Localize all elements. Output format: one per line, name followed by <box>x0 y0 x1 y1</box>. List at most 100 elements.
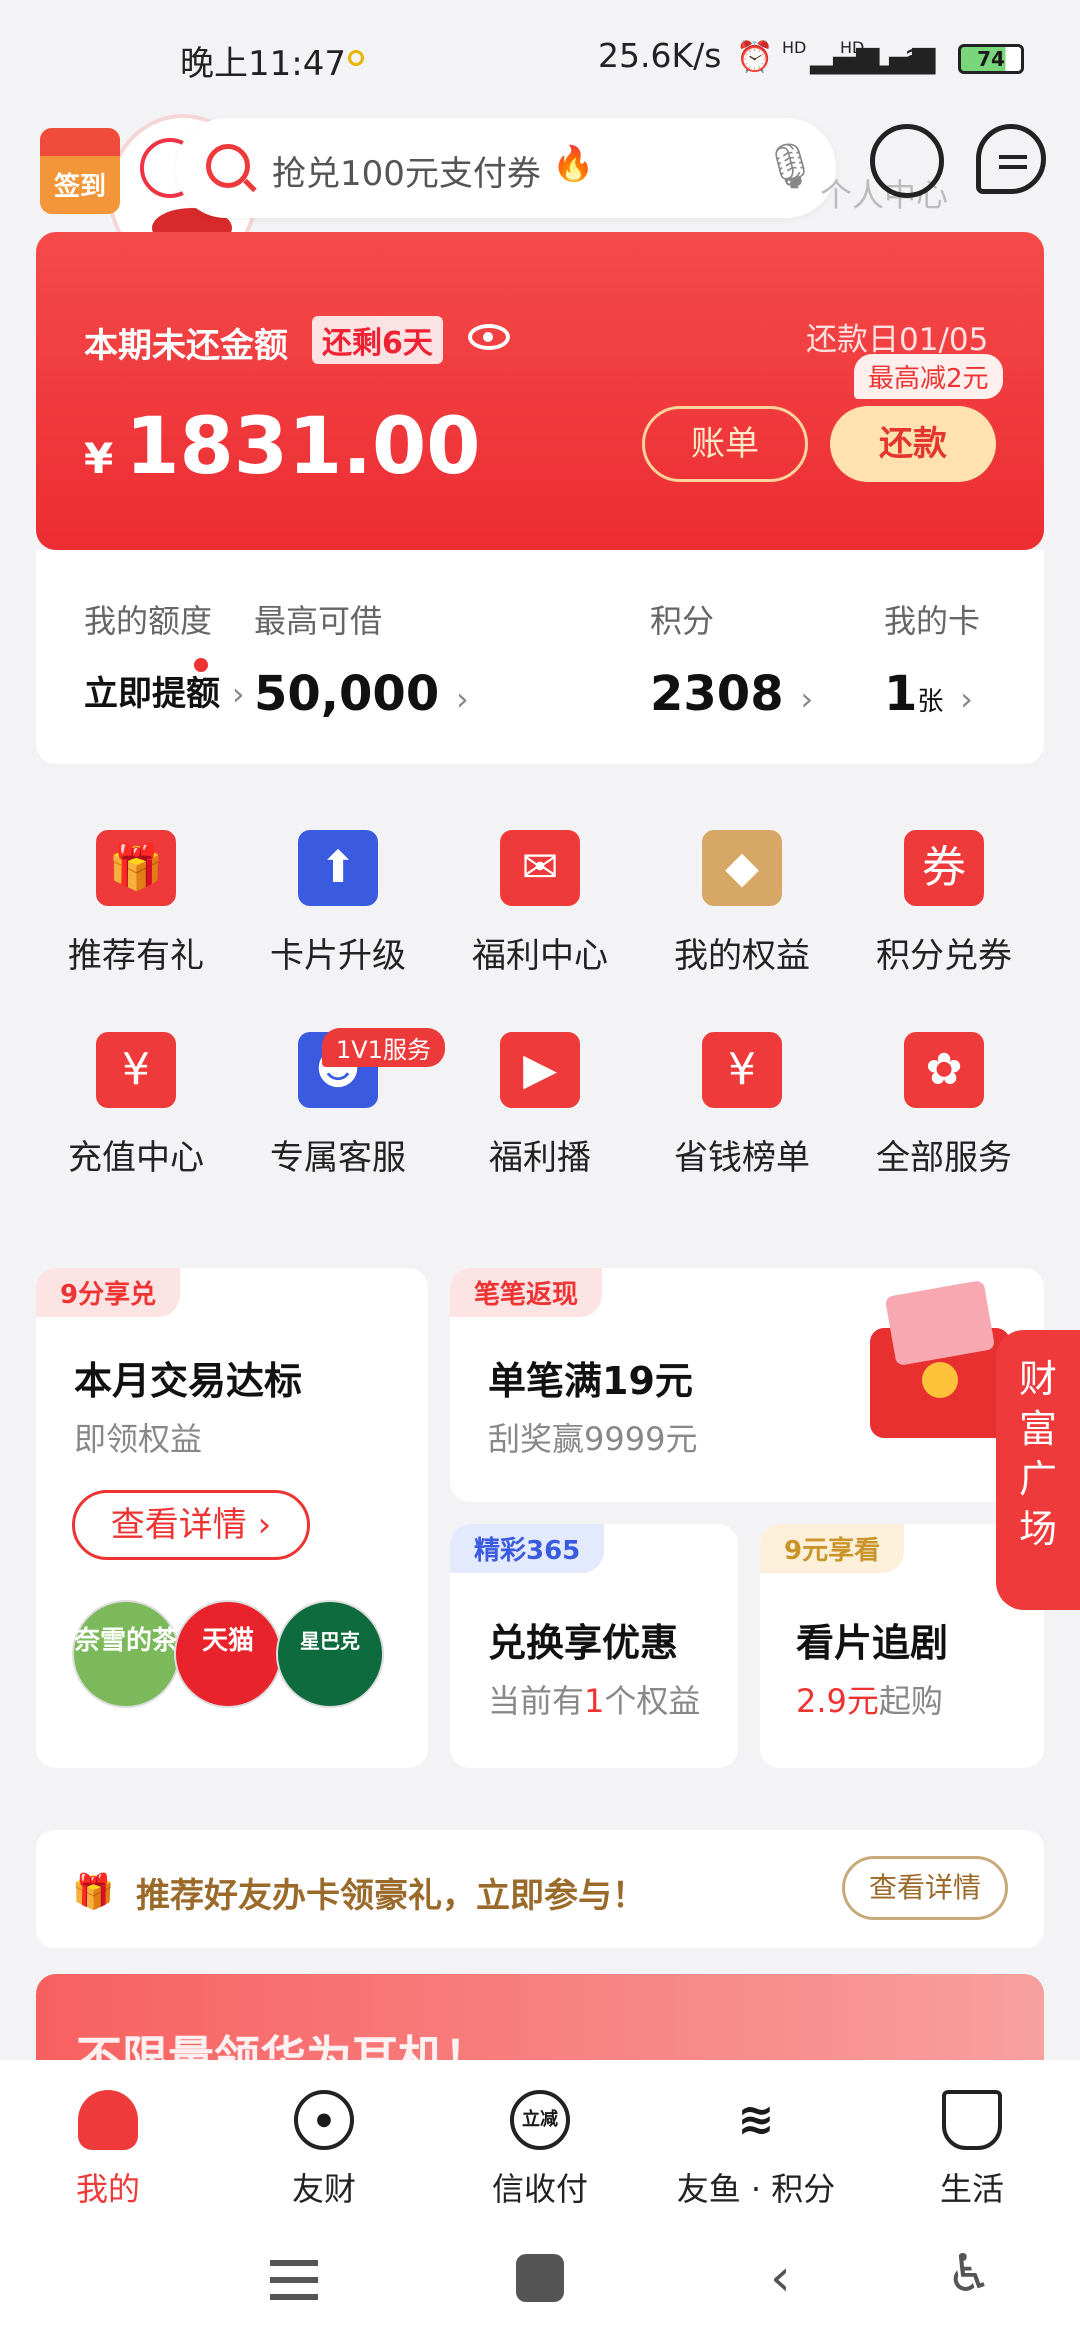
promo-card-transaction[interactable]: 9分享兑 本月交易达标 即领权益 查看详情 › 奈雪的茶 天猫 星巴克 <box>36 1268 428 1768</box>
service-label: 推荐有礼 <box>68 936 204 976</box>
stat-title: 我的卡 <box>884 602 981 640</box>
stat-title: 我的额度 <box>84 602 213 640</box>
promo-card-cashback[interactable]: 笔笔返现 单笔满19元 刮奖赢9999元 <box>450 1268 1044 1502</box>
promo-card-benefits[interactable]: 精彩365 兑换享优惠 当前有1个权益 <box>450 1524 738 1768</box>
nav-me[interactable]: 我的 <box>8 2090 208 2210</box>
bill-card: 本期未还金额 还剩6天 还款日01/05 ¥1831.00 账单 还款 最高减2… <box>36 232 1044 550</box>
search-bar[interactable]: 抢兑100元支付券 🔥 🎙 <box>176 118 836 218</box>
service-label: 福利中心 <box>472 936 608 976</box>
repay-button[interactable]: 还款 <box>830 406 996 482</box>
nav-youcai[interactable]: ● 友财 <box>224 2090 424 2210</box>
stat-points[interactable]: 积分 2308 › <box>650 596 813 722</box>
service-tag-1v1: 1V1服务 <box>322 1028 445 1067</box>
battery-icon: 74 <box>958 44 1024 74</box>
promo-subtitle: 2.9元起购 <box>796 1682 943 1720</box>
video-icon: ▶ <box>500 1032 580 1108</box>
header: 签到 抢兑100元支付券 🔥 🎙 个人中心 <box>0 110 1080 274</box>
gift-icon: 🎁 <box>72 1872 115 1912</box>
nav-label: 我的 <box>75 2170 140 2208</box>
message-icon[interactable] <box>976 124 1046 194</box>
search-input[interactable]: 抢兑100元支付券 <box>272 146 541 195</box>
card-upgrade-icon: ⬆ <box>298 830 378 906</box>
nav-label: 信收付 <box>491 2170 588 2208</box>
notification-dot-icon <box>348 50 364 66</box>
coupon-icon: 券 <box>904 830 984 906</box>
service-recharge[interactable]: ¥ 充值中心 <box>36 1032 236 1179</box>
bill-label: 本期未还金额 <box>84 326 288 366</box>
bill-button[interactable]: 账单 <box>642 406 808 482</box>
view-details-button[interactable]: 查看详情 › <box>72 1490 310 1560</box>
promo-tag: 9元享看 <box>760 1524 905 1573</box>
service-card-upgrade[interactable]: ⬆ 卡片升级 <box>238 830 438 977</box>
service-grid[interactable]: ✿ 全部服务 <box>844 1032 1044 1179</box>
currency-symbol: ¥ <box>84 434 114 483</box>
service-video[interactable]: ▶ 福利播 <box>440 1032 640 1179</box>
target-icon: ● <box>294 2090 354 2150</box>
account-stats: 我的额度 立即提额 › 最高可借 50,000 › 积分 2308 › 我的卡 … <box>36 550 1044 764</box>
service-red-envelope[interactable]: ✉ 福利中心 <box>440 830 640 977</box>
brand-tmall-logo: 天猫 <box>174 1600 282 1708</box>
stat-max-loan[interactable]: 最高可借 50,000 › <box>254 596 469 722</box>
wealth-square-tab[interactable]: 财富广场 <box>996 1330 1080 1610</box>
stat-value: 立即提额 › <box>84 674 245 714</box>
amount-value: 1831.00 <box>125 402 481 492</box>
signal-2-hd: HD <box>840 38 865 57</box>
due-date: 还款日01/05 <box>806 322 989 358</box>
status-time: 晚上11:47 <box>180 44 346 84</box>
promo-title: 单笔满19元 <box>488 1359 693 1403</box>
chevron-right-icon: › <box>231 675 245 713</box>
nav-life[interactable]: 生活 <box>872 2090 1072 2210</box>
nav-label: 友财 <box>291 2170 356 2208</box>
service-label: 积分兑券 <box>876 936 1012 976</box>
microphone-icon[interactable]: 🎙 <box>762 140 818 192</box>
diamond-icon: ◆ <box>702 830 782 906</box>
instant-discount-icon: 立减 <box>510 2090 570 2150</box>
referral-details-button[interactable]: 查看详情 <box>842 1856 1008 1920</box>
checkin-button[interactable]: 签到 <box>40 128 120 214</box>
promo-subtitle: 即领权益 <box>74 1420 203 1458</box>
brand-nayuki-logo: 奈雪的茶 <box>72 1600 180 1708</box>
promo-title: 看片追剧 <box>796 1621 949 1665</box>
gift-icon: 🎁 <box>96 830 176 906</box>
chevron-right-icon: › <box>800 680 814 718</box>
eye-icon[interactable] <box>468 324 510 350</box>
red-dot-badge <box>194 658 208 672</box>
brand-starbucks-logo: 星巴克 <box>276 1600 384 1708</box>
days-left-badge: 还剩6天 <box>312 316 443 364</box>
alarm-icon: ⏰ <box>736 40 774 75</box>
promo-tag: 笔笔返现 <box>450 1268 603 1317</box>
promo-subtitle: 刮奖赢9999元 <box>488 1420 698 1458</box>
chevron-right-icon: › <box>455 680 469 718</box>
promo-title: 兑换享优惠 <box>488 1621 679 1665</box>
referral-banner[interactable]: 🎁 推荐好友办卡领豪礼，立即参与！ 查看详情 <box>36 1830 1044 1948</box>
menu-icon[interactable] <box>270 2260 318 2300</box>
chevron-right-icon: › <box>960 680 973 718</box>
system-nav-bar: ‹ ♿ <box>0 2220 1080 2340</box>
recharge-icon: ¥ <box>96 1032 176 1108</box>
piggy-bank-icon: ¥ <box>702 1032 782 1108</box>
nav-label: 生活 <box>939 2170 1004 2208</box>
stat-value: 1张 › <box>884 666 973 722</box>
stat-title: 最高可借 <box>254 602 383 640</box>
service-coupon[interactable]: 券积分兑券 <box>844 830 1044 977</box>
customer-service-icon[interactable] <box>870 124 944 198</box>
network-speed: 25.6K/s <box>598 36 722 75</box>
promo-title: 本月交易达标 <box>74 1359 303 1403</box>
back-icon[interactable]: ‹ <box>770 2248 791 2308</box>
bottom-nav: 我的 ● 友财 立减 信收付 ≋ 友鱼 · 积分 生活 <box>0 2060 1080 2220</box>
service-gift[interactable]: 🎁 推荐有礼 <box>36 830 236 977</box>
promo-tag: 精彩365 <box>450 1524 605 1573</box>
stat-credit-limit[interactable]: 我的额度 立即提额 › <box>84 596 245 715</box>
nav-xinshoufu[interactable]: 立减 信收付 <box>440 2090 640 2210</box>
stat-my-cards[interactable]: 我的卡 1张 › <box>884 596 980 722</box>
service-piggy-bank[interactable]: ¥ 省钱榜单 <box>642 1032 842 1179</box>
fire-icon: 🔥 <box>552 144 595 184</box>
grid-icon: ✿ <box>904 1032 984 1108</box>
service-diamond[interactable]: ◆ 我的权益 <box>642 830 842 977</box>
red-envelope-icon: ✉ <box>500 830 580 906</box>
nav-youyu-points[interactable]: ≋ 友鱼 · 积分 <box>656 2090 856 2210</box>
bill-amount: ¥1831.00 <box>84 402 481 492</box>
accessibility-icon[interactable]: ♿ <box>946 2244 993 2304</box>
service-label: 我的权益 <box>674 936 810 976</box>
home-icon[interactable] <box>516 2254 564 2302</box>
